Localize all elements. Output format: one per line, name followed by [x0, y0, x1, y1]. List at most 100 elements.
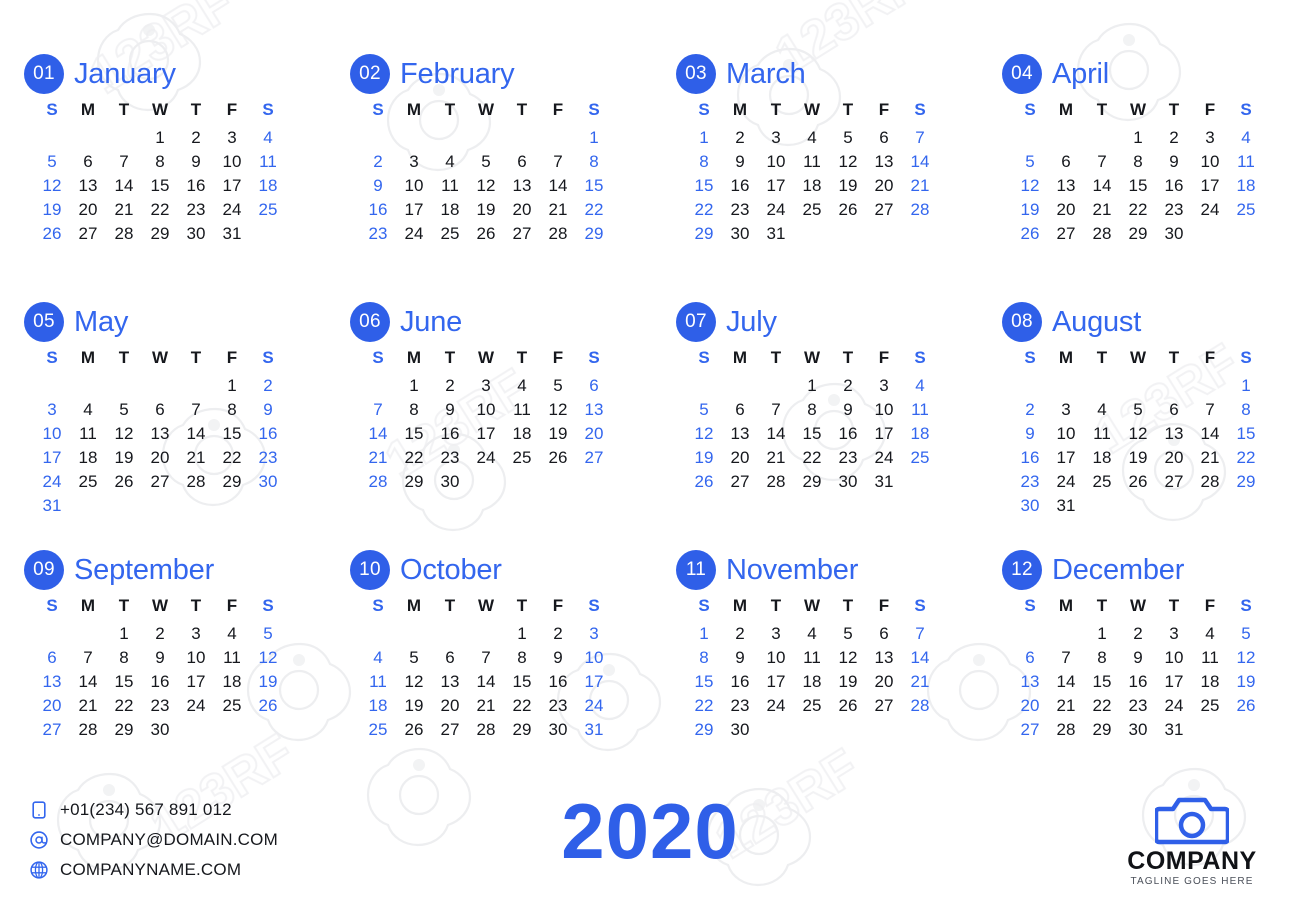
day-cell[interactable]: 26	[468, 222, 504, 246]
day-cell[interactable]: 23	[1156, 198, 1192, 222]
day-cell[interactable]: 11	[1228, 150, 1264, 174]
day-cell[interactable]: 20	[576, 422, 612, 446]
day-cell[interactable]: 9	[142, 646, 178, 670]
day-cell[interactable]: 16	[830, 422, 866, 446]
day-cell[interactable]: 16	[178, 174, 214, 198]
day-cell[interactable]: 21	[902, 174, 938, 198]
day-cell[interactable]: 2	[432, 374, 468, 398]
day-cell[interactable]: 7	[1084, 150, 1120, 174]
day-cell[interactable]: 14	[540, 174, 576, 198]
day-cell[interactable]: 29	[214, 470, 250, 494]
day-cell[interactable]: 19	[1012, 198, 1048, 222]
day-cell[interactable]: 6	[142, 398, 178, 422]
day-cell[interactable]: 19	[540, 422, 576, 446]
day-cell[interactable]: 3	[178, 622, 214, 646]
day-cell[interactable]: 24	[214, 198, 250, 222]
day-cell[interactable]: 30	[722, 718, 758, 742]
day-cell[interactable]: 3	[34, 398, 70, 422]
day-cell[interactable]: 3	[758, 622, 794, 646]
day-cell[interactable]: 20	[1048, 198, 1084, 222]
day-cell[interactable]: 14	[70, 670, 106, 694]
day-cell[interactable]: 12	[250, 646, 286, 670]
day-cell[interactable]: 22	[1228, 446, 1264, 470]
day-cell[interactable]: 1	[794, 374, 830, 398]
day-cell[interactable]: 5	[106, 398, 142, 422]
day-cell[interactable]: 13	[1012, 670, 1048, 694]
day-cell[interactable]: 28	[70, 718, 106, 742]
day-cell[interactable]: 12	[106, 422, 142, 446]
day-cell[interactable]: 4	[1192, 622, 1228, 646]
day-cell[interactable]: 31	[866, 470, 902, 494]
day-cell[interactable]: 17	[214, 174, 250, 198]
day-cell[interactable]: 23	[1012, 470, 1048, 494]
day-cell[interactable]: 10	[396, 174, 432, 198]
day-cell[interactable]: 21	[178, 446, 214, 470]
day-cell[interactable]: 15	[686, 670, 722, 694]
day-cell[interactable]: 14	[1192, 422, 1228, 446]
day-cell[interactable]: 17	[758, 174, 794, 198]
day-cell[interactable]: 31	[1156, 718, 1192, 742]
day-cell[interactable]: 25	[504, 446, 540, 470]
day-cell[interactable]: 16	[432, 422, 468, 446]
day-cell[interactable]: 27	[866, 198, 902, 222]
day-cell[interactable]: 20	[34, 694, 70, 718]
day-cell[interactable]: 10	[866, 398, 902, 422]
day-cell[interactable]: 17	[1192, 174, 1228, 198]
day-cell[interactable]: 30	[722, 222, 758, 246]
day-cell[interactable]: 14	[758, 422, 794, 446]
day-cell[interactable]: 19	[830, 670, 866, 694]
day-cell[interactable]: 8	[504, 646, 540, 670]
day-cell[interactable]: 19	[34, 198, 70, 222]
day-cell[interactable]: 22	[1084, 694, 1120, 718]
day-cell[interactable]: 1	[576, 126, 612, 150]
day-cell[interactable]: 30	[830, 470, 866, 494]
day-cell[interactable]: 9	[1120, 646, 1156, 670]
day-cell[interactable]: 9	[360, 174, 396, 198]
day-cell[interactable]: 16	[360, 198, 396, 222]
day-cell[interactable]: 16	[540, 670, 576, 694]
day-cell[interactable]: 7	[758, 398, 794, 422]
day-cell[interactable]: 18	[1192, 670, 1228, 694]
day-cell[interactable]: 25	[360, 718, 396, 742]
day-cell[interactable]: 10	[178, 646, 214, 670]
day-cell[interactable]: 3	[1192, 126, 1228, 150]
day-cell[interactable]: 14	[1048, 670, 1084, 694]
day-cell[interactable]: 10	[468, 398, 504, 422]
day-cell[interactable]: 7	[106, 150, 142, 174]
day-cell[interactable]: 5	[250, 622, 286, 646]
day-cell[interactable]: 13	[504, 174, 540, 198]
day-cell[interactable]: 23	[830, 446, 866, 470]
day-cell[interactable]: 26	[106, 470, 142, 494]
day-cell[interactable]: 20	[866, 670, 902, 694]
day-cell[interactable]: 1	[396, 374, 432, 398]
day-cell[interactable]: 7	[178, 398, 214, 422]
day-cell[interactable]: 17	[34, 446, 70, 470]
day-cell[interactable]: 27	[70, 222, 106, 246]
day-cell[interactable]: 15	[214, 422, 250, 446]
day-cell[interactable]: 3	[866, 374, 902, 398]
day-cell[interactable]: 4	[794, 622, 830, 646]
day-cell[interactable]: 24	[1156, 694, 1192, 718]
day-cell[interactable]: 18	[794, 670, 830, 694]
day-cell[interactable]: 4	[214, 622, 250, 646]
day-cell[interactable]: 30	[250, 470, 286, 494]
day-cell[interactable]: 15	[1084, 670, 1120, 694]
day-cell[interactable]: 22	[1120, 198, 1156, 222]
day-cell[interactable]: 22	[576, 198, 612, 222]
day-cell[interactable]: 22	[504, 694, 540, 718]
day-cell[interactable]: 30	[432, 470, 468, 494]
day-cell[interactable]: 14	[1084, 174, 1120, 198]
day-cell[interactable]: 2	[1156, 126, 1192, 150]
day-cell[interactable]: 26	[396, 718, 432, 742]
day-cell[interactable]: 12	[396, 670, 432, 694]
day-cell[interactable]: 8	[794, 398, 830, 422]
day-cell[interactable]: 13	[142, 422, 178, 446]
day-cell[interactable]: 18	[1228, 174, 1264, 198]
day-cell[interactable]: 8	[142, 150, 178, 174]
day-cell[interactable]: 10	[1192, 150, 1228, 174]
day-cell[interactable]: 10	[34, 422, 70, 446]
day-cell[interactable]: 12	[1012, 174, 1048, 198]
day-cell[interactable]: 1	[214, 374, 250, 398]
day-cell[interactable]: 29	[1228, 470, 1264, 494]
day-cell[interactable]: 20	[70, 198, 106, 222]
